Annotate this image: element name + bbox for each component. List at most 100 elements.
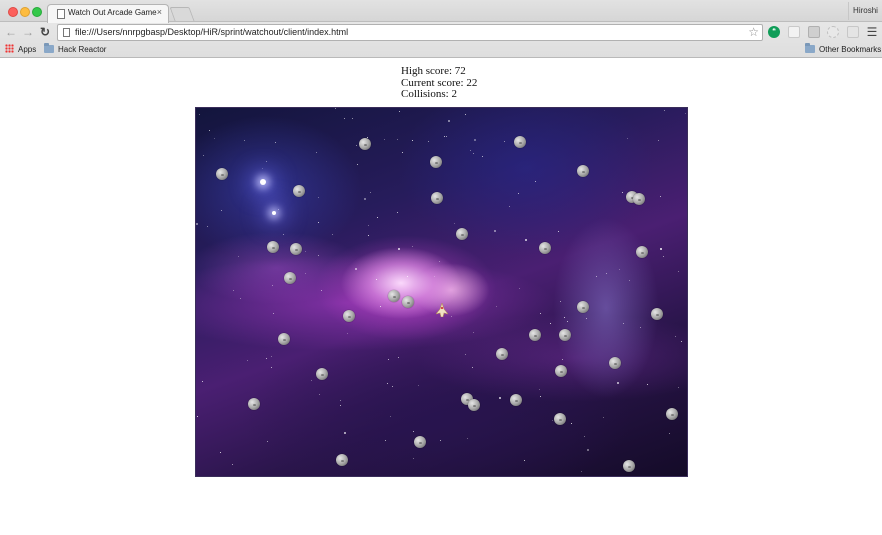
- game-board[interactable]: [195, 107, 688, 477]
- star: [499, 397, 501, 399]
- new-tab-button[interactable]: [169, 7, 195, 21]
- star: [368, 235, 369, 236]
- bookmark-label: Apps: [18, 45, 37, 54]
- star: [581, 471, 582, 472]
- maximize-window-button[interactable]: [32, 7, 42, 17]
- star: [681, 341, 682, 342]
- tab-strip: Watch Out Arcade Game × Hiroshi: [0, 0, 882, 23]
- star: [685, 113, 686, 114]
- star: [440, 440, 441, 441]
- bookmark-other-bookmarks[interactable]: Other Bookmarks: [805, 43, 881, 56]
- star: [266, 358, 267, 359]
- star: [562, 359, 563, 360]
- high-score-value: 72: [454, 65, 466, 77]
- star: [387, 383, 388, 384]
- star: [473, 153, 474, 154]
- star: [678, 271, 679, 272]
- star: [454, 223, 455, 224]
- extension-icon[interactable]: [808, 26, 820, 38]
- star: [370, 192, 371, 193]
- star: [267, 441, 268, 442]
- star: [262, 168, 263, 169]
- star: [283, 234, 284, 235]
- star: [675, 336, 676, 337]
- star: [344, 118, 345, 119]
- star: [399, 111, 400, 112]
- star: [524, 460, 525, 461]
- address-bar[interactable]: file:///Users/nnrpgbasp/Desktop/HiR/spri…: [57, 24, 763, 41]
- star: [418, 385, 419, 386]
- star: [560, 301, 561, 302]
- tab-watch-out-arcade-game[interactable]: Watch Out Arcade Game ×: [47, 4, 169, 23]
- asteroid-icon: [577, 301, 589, 313]
- star: [319, 394, 320, 395]
- profile-button[interactable]: Hiroshi: [848, 2, 882, 20]
- scoreboard: High score: 72 Current score: 22 Collisi…: [401, 65, 477, 101]
- close-window-button[interactable]: [8, 7, 18, 17]
- star: [617, 382, 619, 384]
- asteroid-icon: [554, 413, 566, 425]
- asteroid-icon: [456, 228, 468, 240]
- star: [664, 110, 665, 111]
- star: [233, 290, 234, 291]
- star: [388, 359, 389, 360]
- folder-icon: [805, 43, 815, 53]
- bookmark-apps[interactable]: Apps: [5, 44, 36, 56]
- star: [407, 276, 408, 277]
- asteroid-icon: [431, 192, 443, 204]
- bright-star: [260, 179, 266, 185]
- hangouts-icon[interactable]: ❝: [768, 26, 780, 38]
- star: [619, 269, 620, 270]
- star: [412, 246, 413, 247]
- url-text[interactable]: file:///Users/nnrpgbasp/Desktop/HiR/spri…: [75, 27, 348, 37]
- star: [540, 396, 541, 397]
- star: [397, 139, 398, 140]
- star: [209, 130, 210, 131]
- arrow-left-icon[interactable]: ←: [4, 25, 18, 39]
- star: [202, 381, 203, 382]
- star: [321, 290, 322, 291]
- asteroid-icon: [468, 399, 480, 411]
- minimize-window-button[interactable]: [20, 7, 30, 17]
- star: [474, 139, 476, 141]
- asteroid-icon: [666, 408, 678, 420]
- asteroid-icon: [278, 333, 290, 345]
- asteroid-icon: [623, 460, 635, 472]
- asteroid-icon: [388, 290, 400, 302]
- star: [364, 198, 366, 200]
- star: [444, 136, 445, 137]
- apps-grid-icon: [5, 44, 14, 53]
- star: [413, 458, 414, 459]
- star: [199, 114, 200, 115]
- extension-icon[interactable]: [827, 26, 839, 38]
- star: [586, 318, 587, 319]
- star: [525, 239, 527, 241]
- asteroid-icon: [577, 165, 589, 177]
- star: [232, 464, 233, 465]
- player-ship-icon[interactable]: [436, 303, 448, 317]
- extension-icon[interactable]: [788, 26, 800, 38]
- star: [273, 313, 274, 314]
- bookmark-label: Hack Reactor: [58, 45, 107, 54]
- star-icon[interactable]: ☆: [748, 25, 759, 39]
- star: [465, 354, 466, 355]
- close-tab-icon[interactable]: ×: [157, 7, 162, 17]
- star: [519, 288, 520, 289]
- star: [623, 323, 624, 324]
- star: [584, 436, 585, 437]
- star: [596, 276, 597, 277]
- star: [240, 298, 241, 299]
- star: [271, 367, 272, 368]
- star: [377, 217, 378, 218]
- arrow-right-icon[interactable]: →: [21, 25, 35, 39]
- bookmark-hack-reactor[interactable]: Hack Reactor: [44, 43, 107, 56]
- hamburger-icon[interactable]: ☰: [866, 25, 878, 39]
- star: [332, 234, 333, 235]
- extension-icon[interactable]: [847, 26, 859, 38]
- star: [472, 367, 473, 368]
- reload-icon[interactable]: ↻: [38, 25, 52, 39]
- page-document-icon: [63, 28, 70, 37]
- star: [376, 279, 377, 280]
- star: [465, 114, 466, 115]
- star: [518, 193, 519, 194]
